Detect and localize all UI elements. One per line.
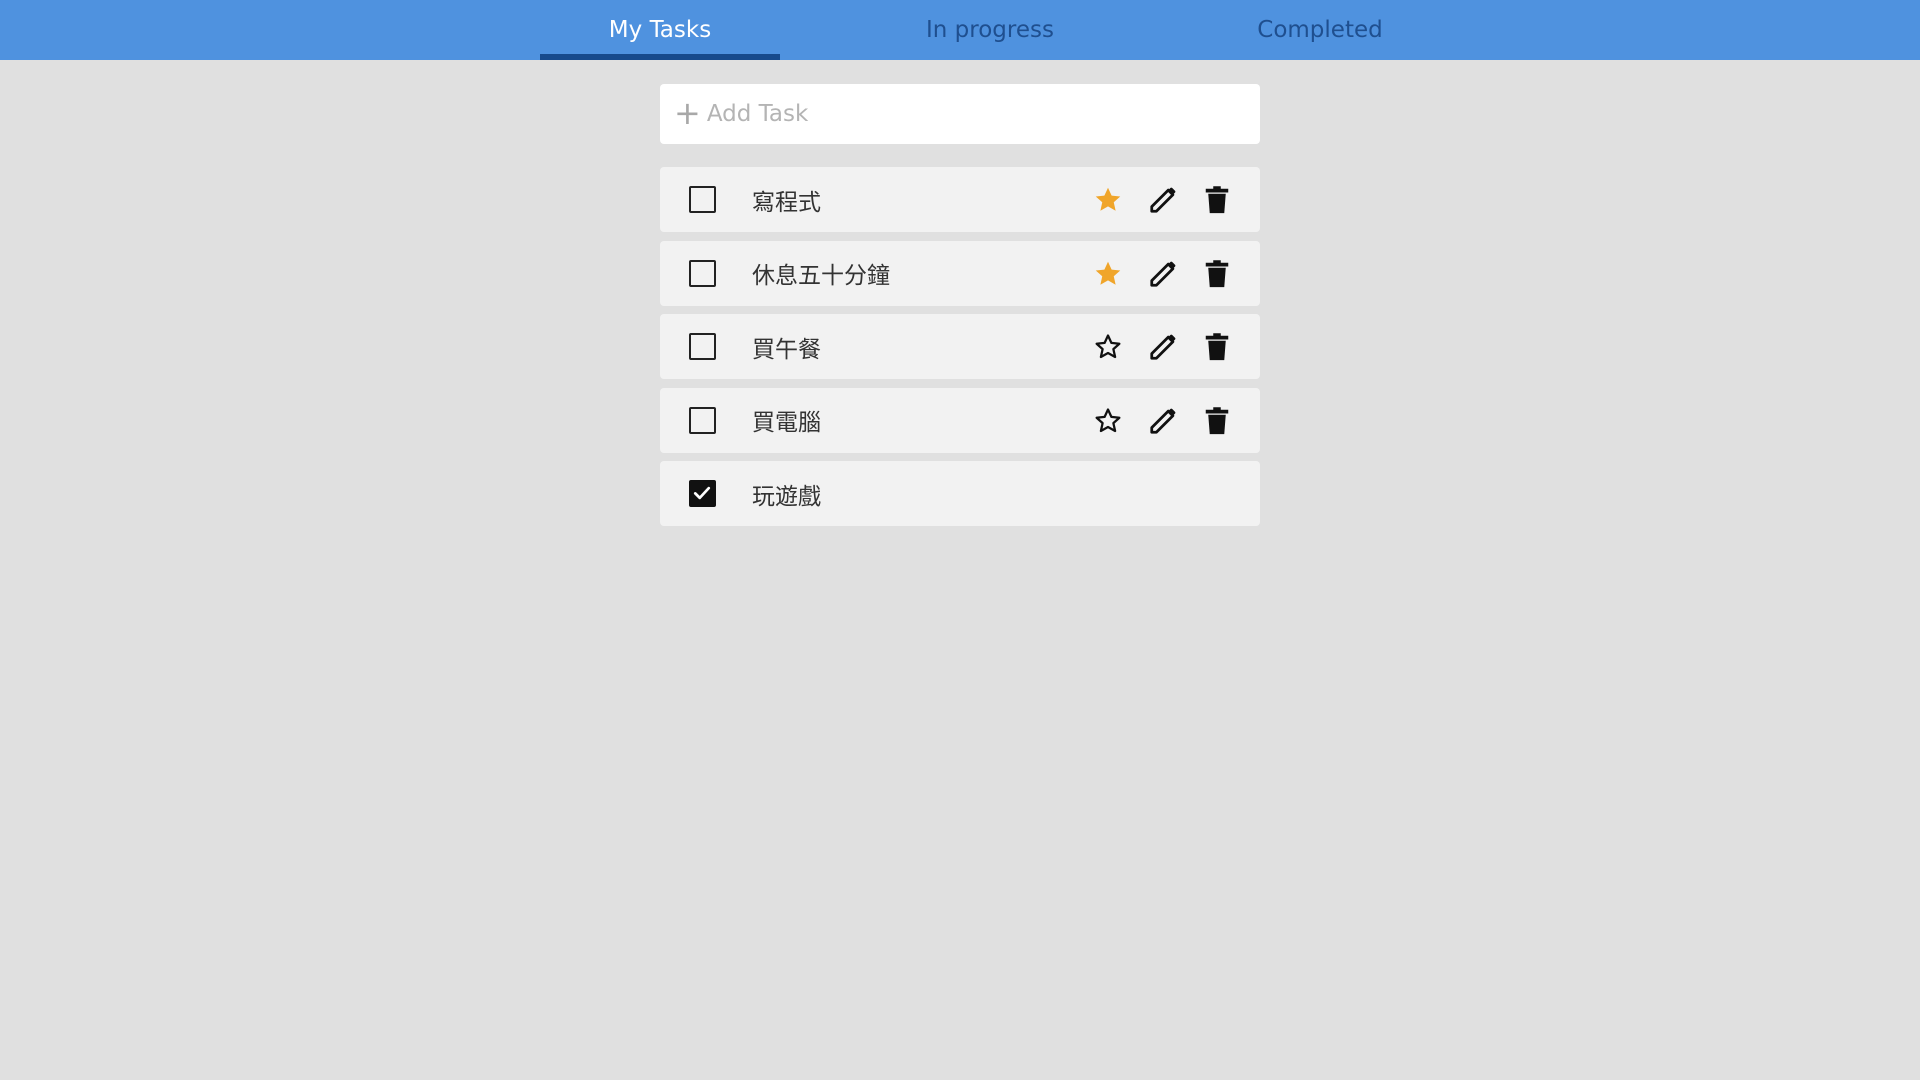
- task-item: 買午餐: [660, 314, 1260, 379]
- tab-in-progress[interactable]: In progress: [870, 0, 1110, 60]
- task-item: 玩遊戲: [660, 461, 1260, 526]
- add-task-field[interactable]: +: [660, 84, 1260, 144]
- trash-icon[interactable]: [1200, 404, 1234, 438]
- tab-my-tasks[interactable]: My Tasks: [540, 0, 780, 60]
- task-title: 玩遊戲: [752, 483, 821, 510]
- trash-icon[interactable]: [1200, 330, 1234, 364]
- trash-icon[interactable]: [1200, 257, 1234, 291]
- add-task-input[interactable]: [706, 101, 1247, 127]
- task-checkbox[interactable]: [689, 480, 716, 507]
- task-checkbox[interactable]: [689, 333, 716, 360]
- star-icon[interactable]: [1091, 330, 1125, 364]
- top-navbar: My Tasks In progress Completed: [0, 0, 1920, 60]
- task-title: 買電腦: [752, 410, 821, 436]
- pencil-icon[interactable]: [1146, 330, 1180, 364]
- task-item: 休息五十分鐘: [660, 240, 1260, 306]
- task-list: 寫程式 休息五十分鐘 買午餐 買電腦 玩遊戲: [660, 167, 1260, 535]
- plus-icon: +: [674, 93, 701, 132]
- tab-completed[interactable]: Completed: [1200, 0, 1440, 60]
- task-title: 買午餐: [752, 336, 821, 363]
- pencil-icon[interactable]: [1146, 404, 1180, 438]
- task-title: 休息五十分鐘: [752, 263, 890, 289]
- star-icon[interactable]: [1091, 404, 1125, 438]
- task-item: 買電腦: [660, 387, 1260, 453]
- trash-icon[interactable]: [1200, 183, 1234, 217]
- task-checkbox[interactable]: [689, 406, 716, 434]
- checkmark-icon: [693, 486, 711, 500]
- task-checkbox[interactable]: [689, 186, 716, 213]
- pencil-icon[interactable]: [1146, 183, 1180, 217]
- task-title: 寫程式: [752, 189, 821, 216]
- task-item: 寫程式: [660, 167, 1260, 232]
- pencil-icon[interactable]: [1146, 257, 1180, 291]
- star-icon[interactable]: [1091, 257, 1125, 291]
- task-checkbox[interactable]: [689, 259, 716, 287]
- star-icon[interactable]: [1091, 183, 1125, 217]
